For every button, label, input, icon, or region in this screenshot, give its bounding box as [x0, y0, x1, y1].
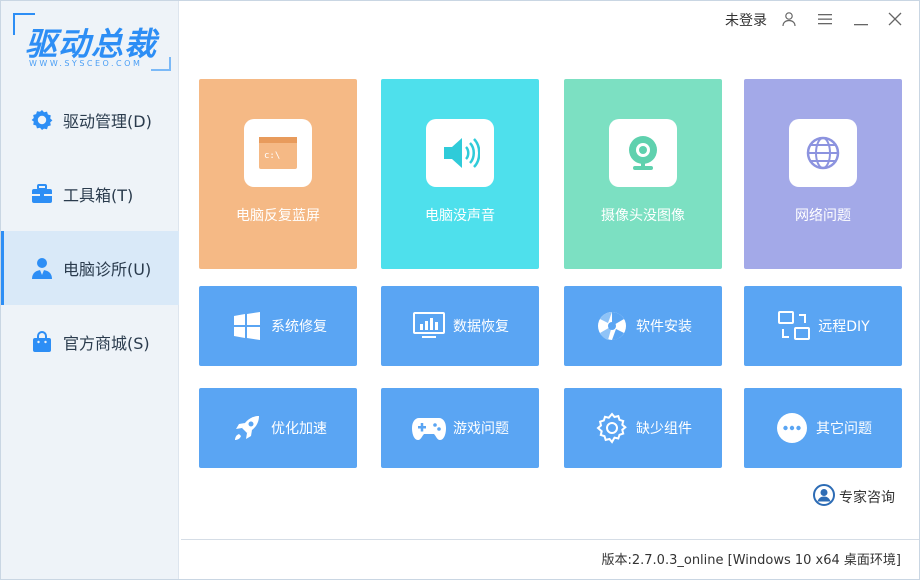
monitor-chart-icon — [411, 308, 447, 344]
doctor-icon — [29, 255, 55, 281]
sidebar-nav: 驱动管理(D) 工具箱(T) 电脑诊所(U) 官方商城(S) — [1, 83, 179, 379]
tile-label: 游戏问题 — [453, 421, 509, 437]
sidebar-item-official-store[interactable]: 官方商城(S) — [1, 305, 179, 379]
remote-screens-icon — [776, 308, 812, 344]
tile-label: 网络问题 — [795, 208, 851, 224]
webcam-icon — [609, 119, 677, 187]
shopping-bag-icon — [29, 329, 55, 355]
svg-text:c:\: c:\ — [264, 151, 280, 161]
toolbox-icon — [29, 181, 55, 207]
app-window: 驱动总裁 WWW.SYSCEO.COM 驱动管理(D) 工具箱(T) 电脑诊所(… — [0, 0, 920, 580]
tile-label: 缺少组件 — [636, 421, 692, 437]
tile-no-sound[interactable]: 电脑没声音 — [381, 79, 539, 269]
gamepad-icon — [411, 410, 447, 446]
version-info: 版本:2.7.0.3_online [Windows 10 x64 桌面环境] — [601, 553, 902, 568]
tile-label: 软件安装 — [636, 319, 692, 335]
tile-label: 其它问题 — [816, 421, 872, 437]
gear-icon — [29, 107, 55, 133]
user-icon[interactable] — [779, 9, 799, 29]
tile-data-recovery[interactable]: 数据恢复 — [381, 286, 539, 366]
footer-divider — [181, 539, 919, 540]
sidebar: 驱动总裁 WWW.SYSCEO.COM 驱动管理(D) 工具箱(T) 电脑诊所(… — [1, 1, 179, 579]
more-dots-icon — [774, 410, 810, 446]
tile-label: 电脑反复蓝屏 — [236, 208, 320, 224]
sidebar-item-driver-management[interactable]: 驱动管理(D) — [1, 83, 179, 157]
minimize-icon[interactable] — [851, 9, 871, 29]
rocket-icon — [229, 410, 265, 446]
tile-bluescreen[interactable]: c:\ 电脑反复蓝屏 — [199, 79, 357, 269]
tile-other-issues[interactable]: 其它问题 — [744, 388, 902, 468]
tile-missing-components[interactable]: 缺少组件 — [564, 388, 722, 468]
globe-icon — [789, 119, 857, 187]
sidebar-item-label: 驱动管理(D) — [63, 112, 152, 131]
tile-webcam[interactable]: 摄像头没图像 — [564, 79, 722, 269]
tile-remote-diy[interactable]: 远程DIY — [744, 286, 902, 366]
tile-software-install[interactable]: 软件安装 — [564, 286, 722, 366]
expert-avatar-icon — [813, 484, 835, 510]
sidebar-item-label: 官方商城(S) — [63, 334, 150, 353]
expert-consult-label: 专家咨询 — [839, 490, 895, 506]
tile-game-issues[interactable]: 游戏问题 — [381, 388, 539, 468]
tile-label: 摄像头没图像 — [601, 208, 685, 224]
tile-optimize-speed[interactable]: 优化加速 — [199, 388, 357, 468]
menu-icon[interactable] — [815, 9, 835, 29]
terminal-window-icon: c:\ — [244, 119, 312, 187]
speaker-icon — [426, 119, 494, 187]
tile-label: 数据恢复 — [453, 319, 509, 335]
tile-label: 远程DIY — [818, 319, 870, 335]
settings-cog-icon — [594, 410, 630, 446]
app-logo: 驱动总裁 WWW.SYSCEO.COM — [13, 13, 171, 75]
expert-consult-button[interactable]: 专家咨询 — [813, 484, 895, 510]
tile-system-repair[interactable]: 系统修复 — [199, 286, 357, 366]
tile-label: 优化加速 — [271, 421, 327, 437]
close-icon[interactable] — [885, 9, 905, 29]
sidebar-item-label: 电脑诊所(U) — [63, 260, 152, 279]
logo-subtitle: WWW.SYSCEO.COM — [29, 59, 143, 68]
sidebar-item-pc-clinic[interactable]: 电脑诊所(U) — [1, 231, 179, 305]
tile-network[interactable]: 网络问题 — [744, 79, 902, 269]
login-link[interactable]: 未登录 — [725, 10, 767, 30]
tile-label: 系统修复 — [271, 319, 327, 335]
sidebar-item-toolbox[interactable]: 工具箱(T) — [1, 157, 179, 231]
title-bar: 未登录 — [181, 1, 919, 37]
windows-icon — [229, 308, 265, 344]
tile-label: 电脑没声音 — [425, 208, 495, 224]
sidebar-item-label: 工具箱(T) — [63, 186, 134, 205]
aperture-icon — [594, 308, 630, 344]
